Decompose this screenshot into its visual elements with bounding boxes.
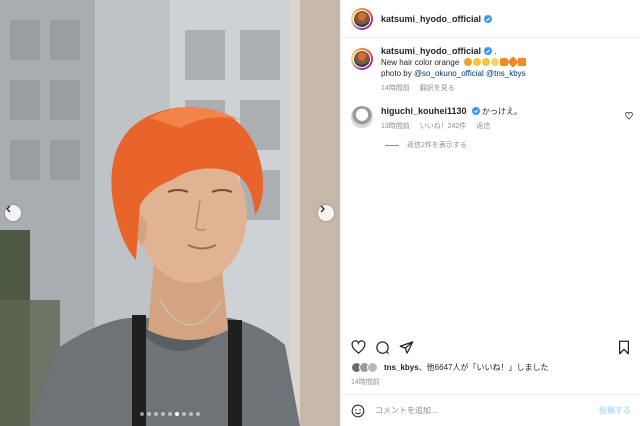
carousel-dot <box>161 412 165 416</box>
comment-icon <box>376 340 389 354</box>
likes-summary[interactable]: tns_kbys、他6647人が「いいね！」しました <box>351 362 548 373</box>
verified-badge-icon <box>471 107 480 115</box>
reply-button[interactable]: 返信 <box>476 123 490 130</box>
carousel-dot <box>196 412 200 416</box>
carousel-dot <box>140 412 144 416</box>
caption-username[interactable]: katsumi_hyodo_official <box>381 46 481 56</box>
carousel-dot <box>175 412 179 416</box>
replies-divider <box>385 144 399 146</box>
orange-heart-emoji-icon <box>499 58 508 66</box>
post-timestamp: 14時間前 <box>351 379 380 386</box>
orange-diamond-emoji-icon <box>506 56 519 68</box>
carousel-indicator <box>0 412 340 416</box>
emoji-icon[interactable] <box>351 404 365 418</box>
share-button[interactable] <box>399 340 414 355</box>
post-comment-button[interactable]: 投稿する <box>599 405 631 416</box>
caption-avatar[interactable] <box>351 48 373 70</box>
sparkle-emoji-icon <box>490 58 499 66</box>
post-caption: katsumi_hyodo_official . New hair color … <box>341 38 640 94</box>
liker-avatars <box>351 362 378 373</box>
caption-emojis <box>463 56 526 68</box>
orange-emoji-icon <box>463 58 472 66</box>
photo-by-label: photo by <box>381 69 412 78</box>
comment-item: higuchi_kouhei1130 かっけえ。 13時間前 いいね！242件 … <box>341 94 640 132</box>
author-username[interactable]: katsumi_hyodo_official <box>381 14 481 24</box>
chevron-right-icon <box>320 205 325 213</box>
carousel-dot <box>154 412 158 416</box>
caption-suffix: . <box>494 47 497 56</box>
author-avatar[interactable] <box>351 7 373 30</box>
post-photo <box>0 0 340 426</box>
comment-input[interactable]: コメントを追加... <box>375 405 599 416</box>
action-bar <box>341 336 640 358</box>
likes-count-text: 、他6647人が「いいね！」しました <box>418 363 549 372</box>
heart-icon <box>351 339 366 354</box>
bookmark-icon <box>619 340 629 354</box>
carousel-dot <box>147 412 151 416</box>
carousel-dot <box>182 412 186 416</box>
next-photo-button[interactable] <box>318 205 334 221</box>
verified-badge-icon <box>484 47 493 55</box>
photo-credit-link-1[interactable]: @so_okuno_official <box>414 69 484 78</box>
comment-heart-icon[interactable] <box>625 112 633 120</box>
chevron-left-icon <box>6 205 11 213</box>
commenter-avatar[interactable] <box>351 106 373 128</box>
portrait-illustration <box>0 0 340 426</box>
carousel-dot <box>189 412 193 416</box>
translate-link[interactable]: 翻訳を見る <box>420 85 455 92</box>
carousel-dot <box>168 412 172 416</box>
commenter-username[interactable]: higuchi_kouhei1130 <box>381 106 467 116</box>
photo-credit-link-2[interactable]: @tns_kbys <box>486 69 526 78</box>
grin-emoji-icon <box>481 58 490 66</box>
comment-button[interactable] <box>375 340 390 355</box>
view-replies-button[interactable]: 返信2件を表示する <box>385 140 640 150</box>
caption-text: New hair color orange <box>381 58 460 67</box>
post-header: katsumi_hyodo_official <box>341 0 640 38</box>
like-button[interactable] <box>351 339 366 355</box>
liker-username[interactable]: tns_kbys <box>384 363 419 372</box>
previous-photo-button[interactable] <box>5 205 21 221</box>
verified-badge-icon <box>484 14 493 23</box>
smile-emoji-icon <box>472 58 481 66</box>
share-icon <box>399 340 414 354</box>
comment-composer: コメントを追加... 投稿する <box>341 394 640 426</box>
caption-time: 14時間前 <box>381 85 410 92</box>
comment-likes[interactable]: いいね！242件 <box>420 123 467 130</box>
comment-text: かっけえ。 <box>482 107 522 116</box>
comment-time: 13時間前 <box>381 123 410 130</box>
comments-section: katsumi_hyodo_official . New hair color … <box>341 38 640 328</box>
post-detail-panel: katsumi_hyodo_official katsumi_hyodo_off… <box>340 0 640 426</box>
orange-square-emoji-icon <box>517 58 526 66</box>
view-replies-label: 返信2件を表示する <box>407 142 467 149</box>
save-button[interactable] <box>617 340 631 355</box>
